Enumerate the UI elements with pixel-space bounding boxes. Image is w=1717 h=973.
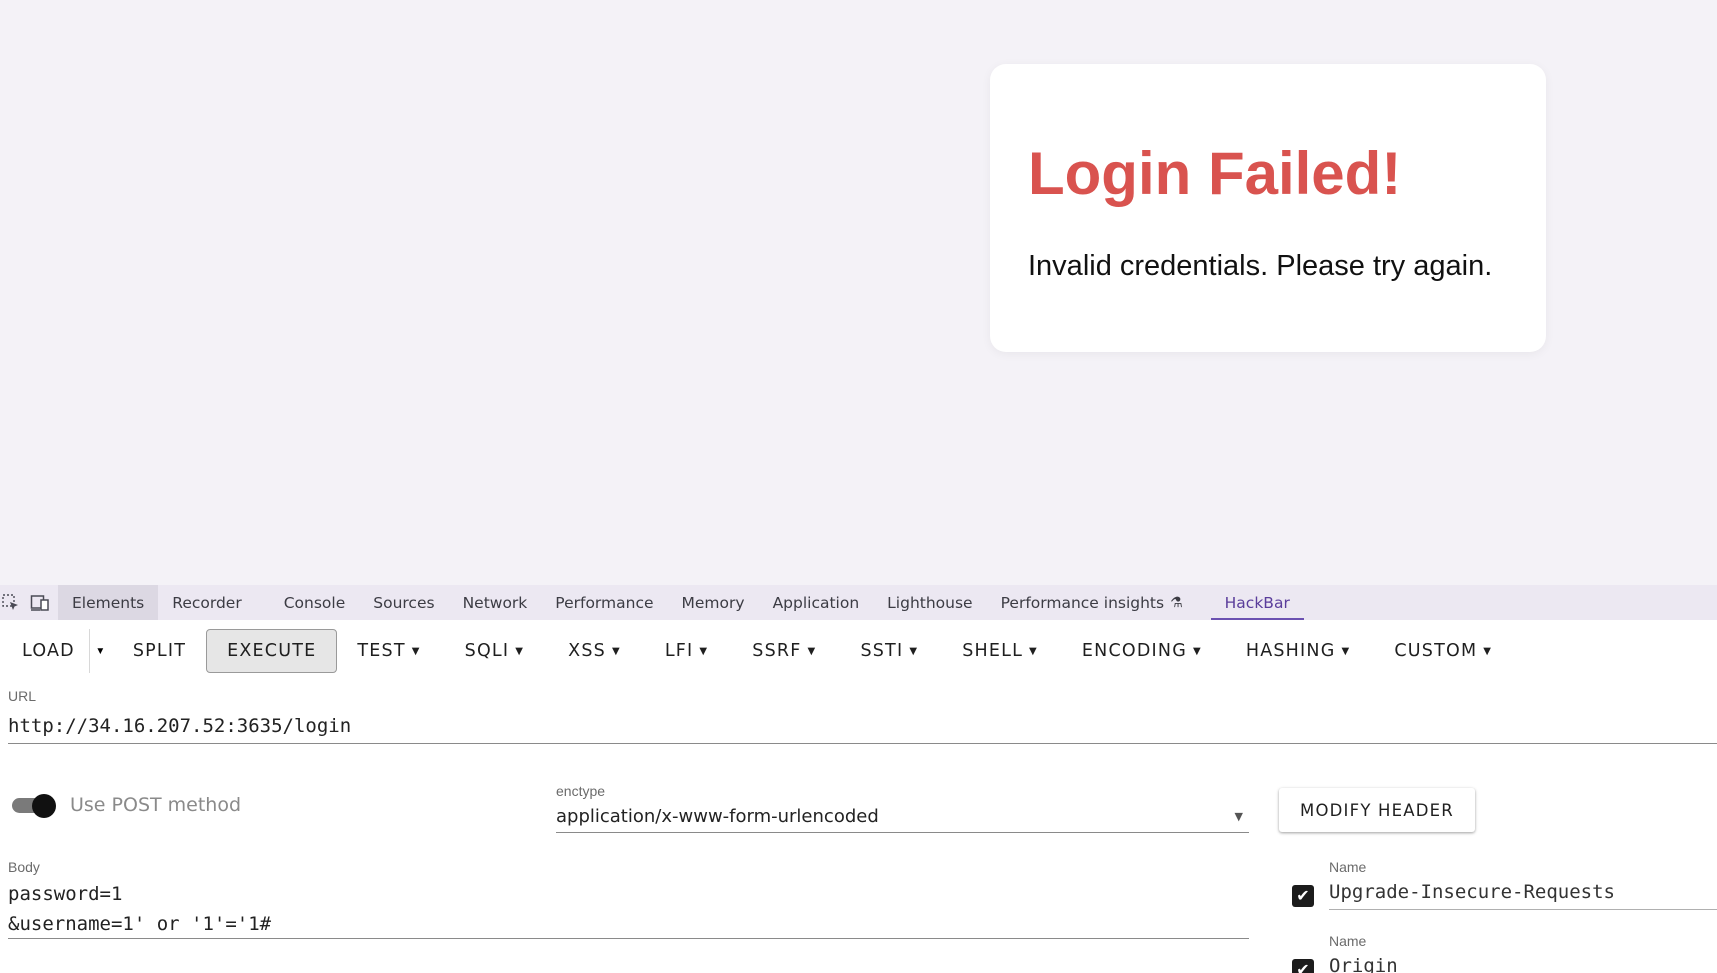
- devtools-tab-bar: Elements Recorder Console Sources Networ…: [0, 585, 1717, 620]
- ssrf-menu-label: SSRF: [752, 641, 802, 661]
- caret-down-icon: ▼: [411, 645, 421, 657]
- execute-button[interactable]: EXECUTE: [206, 629, 338, 673]
- flask-icon: ⚗: [1170, 594, 1183, 611]
- caret-down-icon: ▼: [807, 645, 817, 657]
- enctype-value: application/x-www-form-urlencoded: [556, 806, 879, 827]
- xss-menu-label: XSS: [568, 641, 606, 661]
- tab-performance[interactable]: Performance: [541, 585, 667, 620]
- tab-memory[interactable]: Memory: [668, 585, 759, 620]
- hackbar-toolbar: LOAD ▼ SPLIT EXECUTE TEST ▼ SQLI ▼ XSS ▼ LF…: [0, 620, 1717, 682]
- ssrf-menu[interactable]: SSRF ▼: [738, 629, 830, 673]
- modify-header-button[interactable]: MODIFY HEADER: [1279, 788, 1475, 832]
- tab-application[interactable]: Application: [759, 585, 874, 620]
- caret-down-icon: ▼: [699, 645, 709, 657]
- test-menu[interactable]: TEST ▼: [343, 629, 434, 673]
- enctype-select[interactable]: application/x-www-form-urlencoded ▼: [556, 801, 1249, 833]
- body-line-2: &username=1' or '1'='1#: [8, 913, 272, 935]
- encoding-menu[interactable]: ENCODING ▼: [1068, 629, 1216, 673]
- dropdown-arrow-icon: ▼: [1234, 810, 1243, 823]
- tab-performance-insights-label: Performance insights: [1000, 593, 1165, 612]
- device-toolbar-icon[interactable]: [22, 585, 58, 620]
- caret-down-icon: ▼: [1341, 645, 1351, 657]
- tab-performance-insights[interactable]: Performance insights ⚗: [987, 585, 1197, 620]
- load-dropdown-icon[interactable]: ▼: [88, 629, 111, 673]
- split-button[interactable]: SPLIT: [119, 629, 200, 673]
- url-field: URL: [8, 688, 1717, 744]
- test-menu-label: TEST: [357, 641, 406, 661]
- ssti-menu[interactable]: SSTI ▼: [846, 629, 932, 673]
- tab-sources[interactable]: Sources: [359, 585, 448, 620]
- sqli-menu-label: SQLI: [464, 641, 510, 661]
- caret-down-icon: ▼: [909, 645, 919, 657]
- tab-recorder[interactable]: Recorder: [158, 585, 269, 620]
- hashing-menu-label: HASHING: [1245, 641, 1336, 661]
- post-method-label: Use POST method: [70, 794, 242, 816]
- ssti-menu-label: SSTI: [860, 641, 904, 661]
- header-name-input[interactable]: [1329, 877, 1717, 910]
- body-line-1: password=1: [8, 883, 123, 905]
- xss-menu[interactable]: XSS ▼: [554, 629, 635, 673]
- devtools-panel: Elements Recorder Console Sources Networ…: [0, 585, 1717, 973]
- post-method-toggle[interactable]: [10, 794, 58, 818]
- tab-lighthouse[interactable]: Lighthouse: [873, 585, 986, 620]
- caret-down-icon: ▼: [1483, 645, 1493, 657]
- header-name-label: Name: [1329, 933, 1367, 949]
- hashing-menu[interactable]: HASHING ▼: [1232, 629, 1365, 673]
- header-name-label: Name: [1329, 859, 1367, 875]
- header-enabled-checkbox[interactable]: ✔: [1292, 885, 1314, 907]
- encoding-menu-label: ENCODING: [1081, 641, 1187, 661]
- tab-network[interactable]: Network: [449, 585, 542, 620]
- url-input[interactable]: [8, 707, 1717, 744]
- caret-down-icon: ▼: [611, 645, 621, 657]
- shell-menu-label: SHELL: [962, 641, 1024, 661]
- sqli-menu[interactable]: SQLI ▼: [451, 629, 538, 673]
- error-card: Login Failed! Invalid credentials. Pleas…: [990, 64, 1546, 352]
- load-button[interactable]: LOAD: [8, 629, 89, 673]
- custom-menu-label: CUSTOM: [1394, 641, 1478, 661]
- error-title: Login Failed!: [1028, 140, 1402, 207]
- lfi-menu-label: LFI: [664, 641, 694, 661]
- inspect-element-icon[interactable]: [0, 585, 22, 620]
- tab-console[interactable]: Console: [270, 585, 360, 620]
- body-label: Body: [8, 859, 40, 875]
- page-viewport: Login Failed! Invalid credentials. Pleas…: [0, 0, 1717, 585]
- caret-down-icon: ▼: [1192, 645, 1202, 657]
- tab-elements[interactable]: Elements: [58, 585, 159, 620]
- url-label: URL: [8, 688, 37, 704]
- caret-down-icon: ▼: [515, 645, 525, 657]
- shell-menu[interactable]: SHELL ▼: [948, 629, 1052, 673]
- caret-down-icon: ▼: [1029, 645, 1038, 657]
- error-message: Invalid credentials. Please try again.: [1028, 250, 1493, 282]
- toggle-knob: [32, 794, 56, 818]
- body-textarea[interactable]: password=1 &username=1' or '1'='1#: [8, 877, 1249, 939]
- enctype-label: enctype: [556, 783, 606, 799]
- tab-hackbar[interactable]: HackBar: [1210, 585, 1304, 620]
- custom-menu[interactable]: CUSTOM ▼: [1380, 629, 1506, 673]
- header-name-input[interactable]: [1329, 951, 1717, 973]
- header-enabled-checkbox[interactable]: ✔: [1292, 959, 1314, 973]
- lfi-menu[interactable]: LFI ▼: [651, 629, 722, 673]
